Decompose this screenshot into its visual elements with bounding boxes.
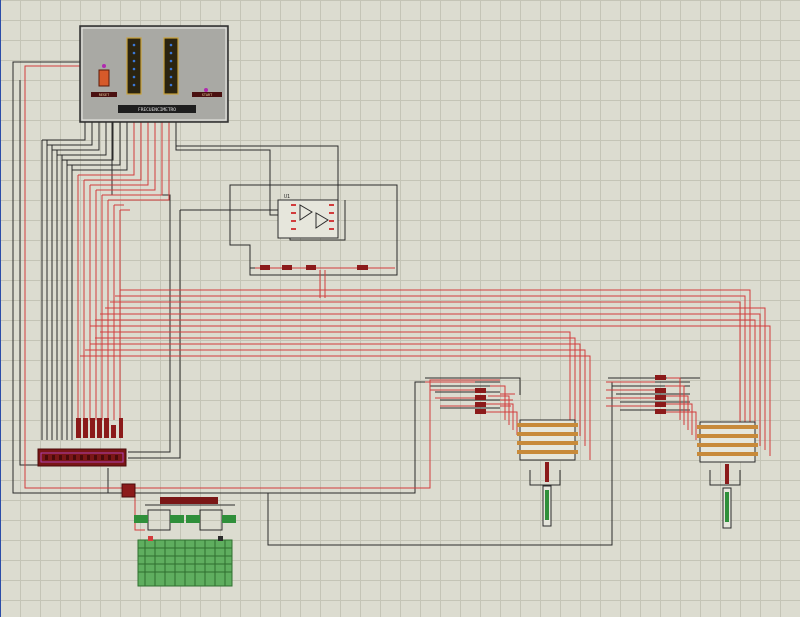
breadboard-dark-pin-b xyxy=(218,536,223,541)
schematic-canvas[interactable]: RESET START FRECUENCIMETRO U1 xyxy=(0,0,800,617)
resistor-r3[interactable] xyxy=(306,265,316,270)
control-panel[interactable]: RESET START FRECUENCIMETRO xyxy=(79,25,229,123)
module2-bar-fill xyxy=(725,492,729,522)
reset-switch[interactable] xyxy=(98,69,110,87)
schematic-drawing: RESET START FRECUENCIMETRO U1 xyxy=(12,25,771,587)
breadboard-header-strip xyxy=(160,497,218,504)
resistor-r2[interactable] xyxy=(282,265,292,270)
module2-stem xyxy=(725,464,729,484)
module1-bar-fill xyxy=(545,490,549,520)
resistor-r1[interactable] xyxy=(260,265,270,270)
opamp-ic[interactable]: U1 xyxy=(277,194,339,239)
start-label: START xyxy=(202,93,213,97)
breadboard-green-part-d xyxy=(222,515,236,523)
panel-caption: FRECUENCIMETRO xyxy=(138,107,176,113)
breadboard-green-part-c xyxy=(186,515,200,523)
breadboard-green-part-a xyxy=(134,515,148,523)
display-module-1[interactable] xyxy=(475,388,578,527)
dark-wire-group xyxy=(12,61,741,546)
reset-label: RESET xyxy=(99,93,110,97)
header-connector[interactable] xyxy=(37,448,127,467)
junction-block[interactable] xyxy=(121,483,136,498)
module1-resistor-group xyxy=(475,388,486,414)
breadboard-red-pin-a xyxy=(148,536,153,541)
breadboard-chip-b xyxy=(199,509,223,531)
module1-stem xyxy=(545,462,549,482)
start-indicator-icon xyxy=(204,88,208,92)
breadboard-green-part-b xyxy=(170,515,184,523)
red-wire-group xyxy=(24,65,771,531)
ic-label: U1 xyxy=(284,194,290,200)
resistor-array-left[interactable] xyxy=(76,418,123,438)
reset-indicator-icon xyxy=(102,64,106,68)
breadboard-module[interactable] xyxy=(134,497,236,587)
resistor-r4[interactable] xyxy=(357,265,368,270)
display-module-2[interactable] xyxy=(655,375,758,529)
breadboard-chip-a xyxy=(147,509,171,531)
